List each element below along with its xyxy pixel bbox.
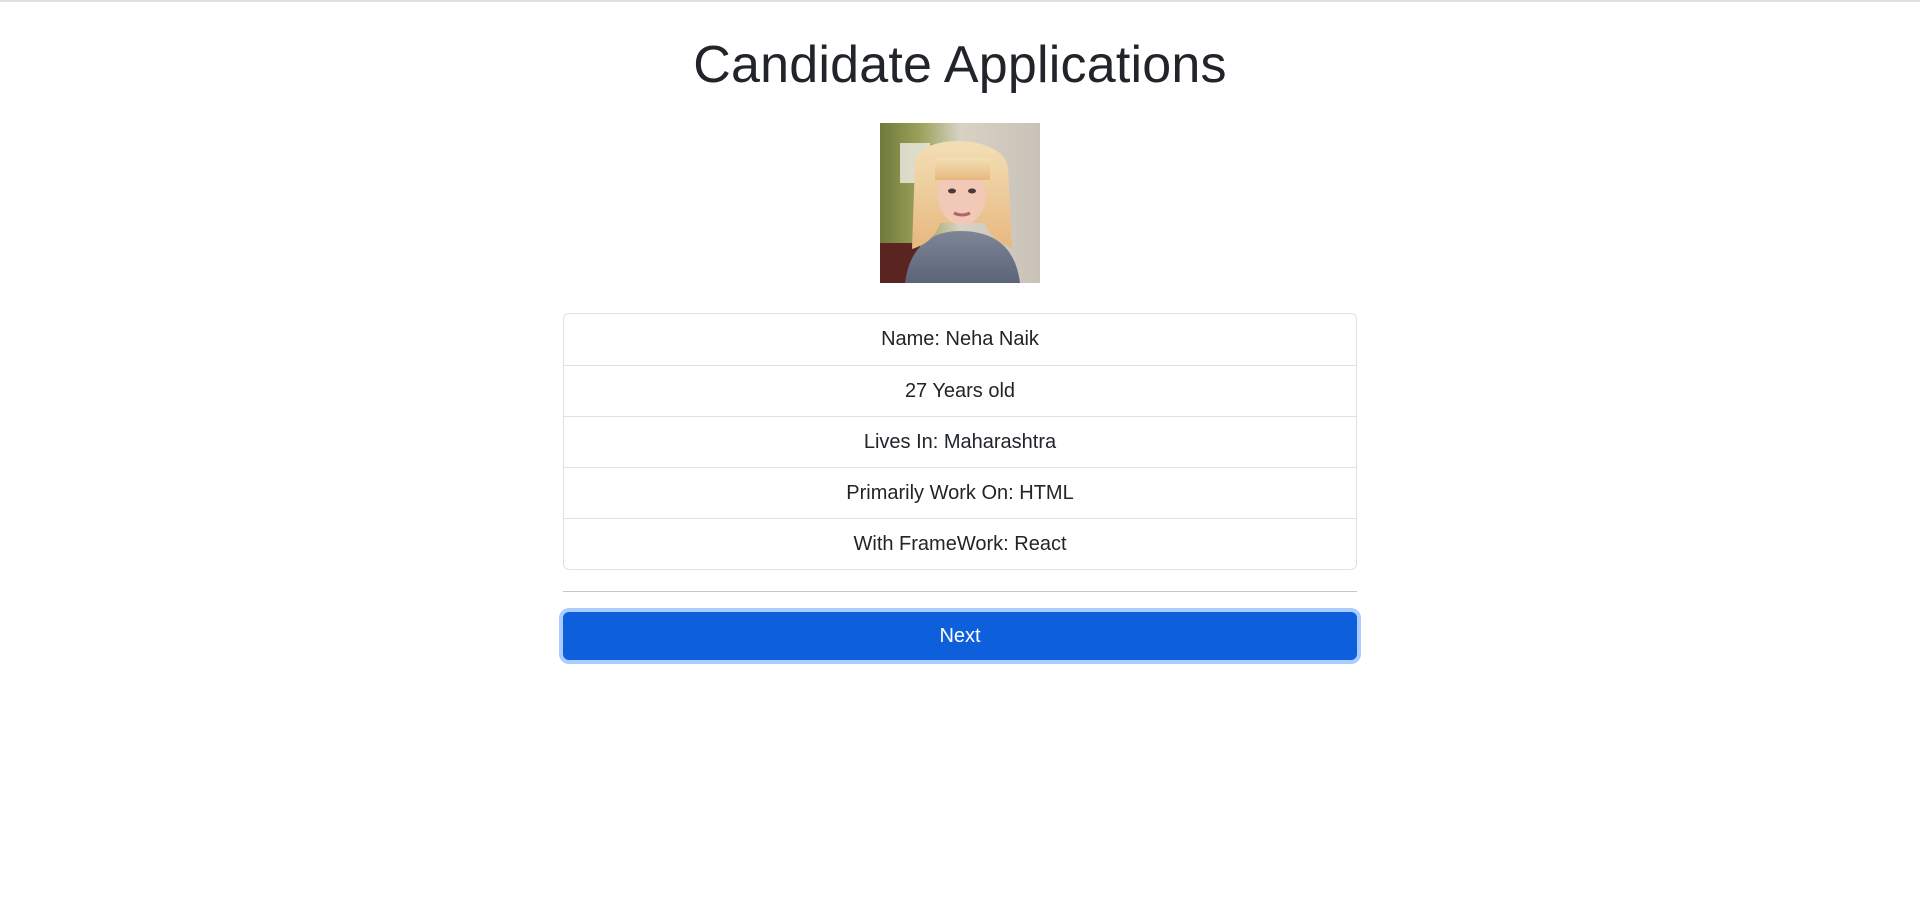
next-button[interactable]: Next — [563, 612, 1357, 660]
candidate-primary-work: Primarily Work On: HTML — [564, 467, 1356, 518]
candidate-photo — [880, 123, 1040, 283]
candidate-framework: With FrameWork: React — [564, 518, 1356, 569]
section-divider — [563, 591, 1357, 592]
candidate-location: Lives In: Maharashtra — [564, 416, 1356, 467]
page-title: Candidate Applications — [693, 36, 1227, 94]
candidate-details-list: Name: Neha Naik 27 Years old Lives In: M… — [563, 313, 1357, 570]
candidate-age: 27 Years old — [564, 365, 1356, 416]
candidate-name: Name: Neha Naik — [881, 328, 1039, 350]
candidate-page: Candidate Applications Name: Neha Naik 2… — [0, 0, 1920, 901]
